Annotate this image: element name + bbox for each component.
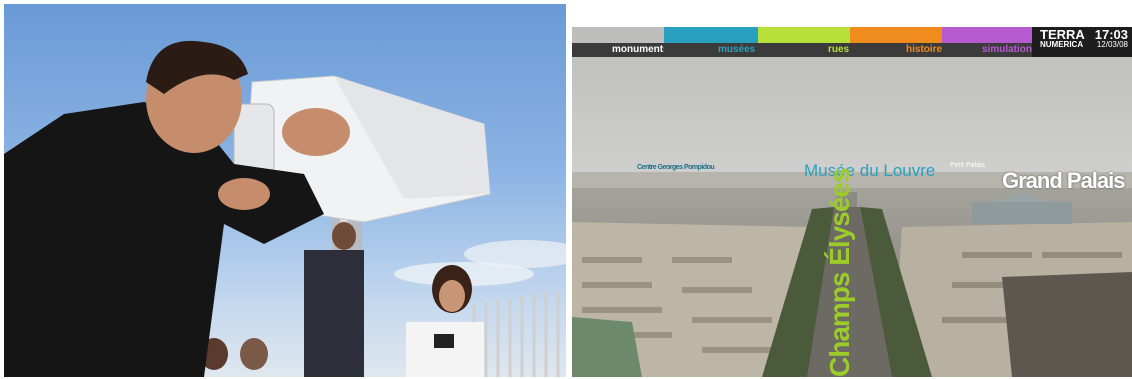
label-grand-palais[interactable]: Grand Palais [1002,168,1126,194]
category-bar: monuments musées rues histoire simulatio… [572,27,1132,57]
brand-clock-panel: TERRA NUMERICA 17:03 12/03/08 [1032,27,1132,57]
tab-histoire[interactable]: histoire [906,44,942,56]
label-small-monument[interactable]: Petit Palais [950,162,985,169]
tab-musees[interactable]: musées [718,44,755,56]
brand-subtitle: NUMERICA [1040,40,1084,49]
device-screen: monuments musées rues histoire simulatio… [572,27,1132,377]
tab-monuments[interactable]: monuments [612,44,669,56]
label-pompidou[interactable]: Centre Georges Pompidou [637,164,715,171]
clock-date: 12/03/08 [1096,40,1128,49]
tab-simulations[interactable]: simulations [982,44,1038,56]
photo-illustration [4,40,566,377]
label-champs-elysees[interactable]: Champs Élysées [824,168,856,377]
tab-histoire-color[interactable] [850,27,942,43]
tab-rues[interactable]: rues [828,44,849,56]
device-photo [4,4,566,377]
tab-rues-color[interactable] [758,27,850,43]
tab-musees-color[interactable] [664,27,758,43]
tab-simulations-color[interactable] [942,27,1034,43]
